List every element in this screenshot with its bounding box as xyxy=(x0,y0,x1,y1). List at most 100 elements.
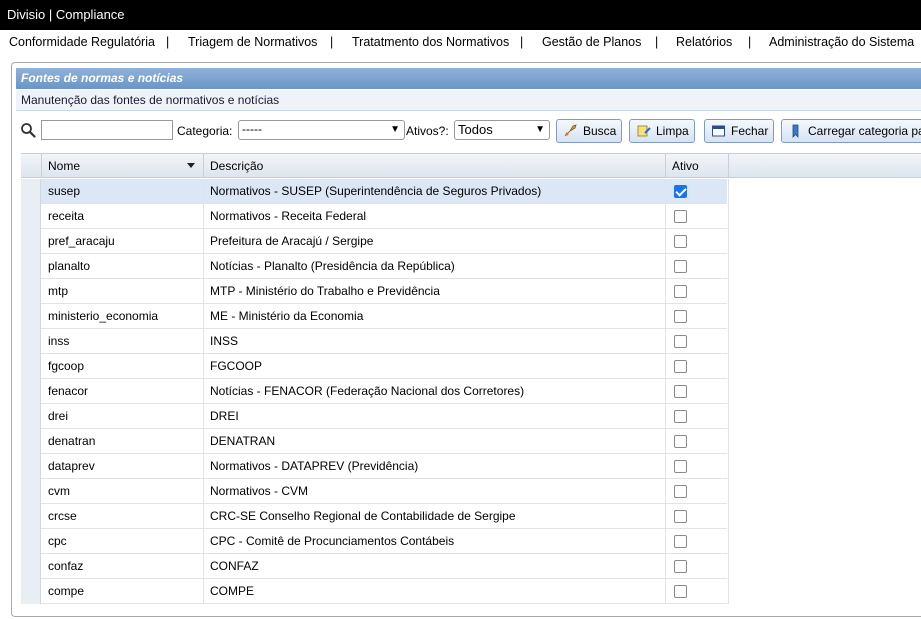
table-row[interactable]: planalto Notícias - Planalto (Presidência… xyxy=(21,254,729,279)
ativo-checkbox[interactable] xyxy=(674,235,687,248)
column-header-ativo[interactable]: Ativo xyxy=(666,154,729,178)
menu-gestao-de-planos[interactable]: Gestão de Planos xyxy=(542,35,641,49)
cell-nome: cvm xyxy=(42,479,204,504)
cell-ativo xyxy=(666,429,729,454)
menu-relatorios[interactable]: Relatórios xyxy=(676,35,732,49)
cell-descricao: INSS xyxy=(204,329,666,354)
row-gutter xyxy=(21,404,41,429)
menu-separator: | xyxy=(655,35,659,49)
ativo-checkbox[interactable] xyxy=(674,385,687,398)
cell-ativo xyxy=(666,504,729,529)
ativo-checkbox[interactable] xyxy=(674,435,687,448)
cell-ativo xyxy=(666,204,729,229)
cell-ativo xyxy=(666,229,729,254)
cell-ativo xyxy=(666,579,729,604)
ativo-checkbox[interactable] xyxy=(674,460,687,473)
ativo-checkbox[interactable] xyxy=(674,360,687,373)
search-icon[interactable] xyxy=(20,122,36,138)
app-title: Divisio | Compliance xyxy=(0,0,921,30)
menu-triagem-de-normativos[interactable]: Triagem de Normativos xyxy=(188,35,317,49)
categoria-selected-value: ----- xyxy=(242,122,262,136)
cell-descricao: MTP - Ministério do Trabalho e Previdênc… xyxy=(204,279,666,304)
limpa-button[interactable]: Limpa xyxy=(629,119,695,143)
table-row[interactable]: compe COMPE xyxy=(21,579,729,604)
cell-descricao: CPC - Comitê de Procunciamentos Contábei… xyxy=(204,529,666,554)
table-row[interactable]: inss INSS xyxy=(21,329,729,354)
cell-nome: denatran xyxy=(42,429,204,454)
menu-separator: | xyxy=(520,35,524,49)
panel-subtitle: Manutenção das fontes de normativos e no… xyxy=(16,90,921,111)
ativos-select[interactable]: Todos ▼ xyxy=(454,120,550,140)
cell-ativo xyxy=(666,454,729,479)
table-row[interactable]: confaz CONFAZ xyxy=(21,554,729,579)
ativo-checkbox[interactable] xyxy=(674,335,687,348)
cell-descricao: Normativos - SUSEP (Superintendência de … xyxy=(204,179,666,204)
ativo-checkbox[interactable] xyxy=(674,210,687,223)
header-gutter xyxy=(21,154,42,178)
bookmark-icon xyxy=(792,124,799,138)
cell-nome: receita xyxy=(42,204,204,229)
search-input[interactable] xyxy=(41,120,173,140)
fechar-button[interactable]: Fechar xyxy=(704,119,774,143)
menu-administracao-do-sistema[interactable]: Administração do Sistema xyxy=(769,35,914,49)
table-row[interactable]: fgcoop FGCOOP xyxy=(21,354,729,379)
cell-ativo xyxy=(666,329,729,354)
menu-conformidade-regulatoria[interactable]: Conformidade Regulatória xyxy=(9,35,155,49)
ativo-checkbox[interactable] xyxy=(674,485,687,498)
ativo-checkbox[interactable] xyxy=(674,410,687,423)
table-row[interactable]: fenacor Notícias - FENACOR (Federação Nac… xyxy=(21,379,729,404)
busca-label: Busca xyxy=(583,124,617,138)
cell-descricao: Notícias - FENACOR (Federação Nacional d… xyxy=(204,379,666,404)
cell-descricao: Normativos - DATAPREV (Previdência) xyxy=(204,454,666,479)
cell-descricao: ME - Ministério da Economia xyxy=(204,304,666,329)
ativo-checkbox[interactable] xyxy=(674,510,687,523)
ativos-label: Ativos?: xyxy=(406,124,449,138)
ativo-checkbox[interactable] xyxy=(674,285,687,298)
cell-nome: fgcoop xyxy=(42,354,204,379)
search-rocket-icon xyxy=(564,124,577,137)
menu-tratamento-dos-normativos[interactable]: Tratatmento dos Normativos xyxy=(352,35,509,49)
cell-ativo xyxy=(666,254,729,279)
cell-descricao: Normativos - Receita Federal xyxy=(204,204,666,229)
table-row[interactable]: mtp MTP - Ministério do Trabalho e Previd… xyxy=(21,279,729,304)
table-row[interactable]: dataprev Normativos - DATAPREV (Previdênc… xyxy=(21,454,729,479)
ativo-checkbox[interactable] xyxy=(674,185,687,198)
ativo-checkbox[interactable] xyxy=(674,560,687,573)
table-row[interactable]: ministerio_economia ME - Ministério da Ec… xyxy=(21,304,729,329)
cell-ativo xyxy=(666,279,729,304)
cell-ativo xyxy=(666,354,729,379)
categoria-select[interactable]: ----- ▼ xyxy=(238,120,405,140)
column-header-nome[interactable]: Nome xyxy=(42,154,204,178)
table-row[interactable]: crcse CRC-SE Conselho Regional de Contabi… xyxy=(21,504,729,529)
main-menu: Conformidade Regulatória | Triagem de No… xyxy=(0,30,921,56)
table-row[interactable]: pref_aracaju Prefeitura de Aracajú / Serg… xyxy=(21,229,729,254)
cell-nome: fenacor xyxy=(42,379,204,404)
row-gutter xyxy=(21,254,41,279)
cell-ativo xyxy=(666,529,729,554)
table-row[interactable]: receita Normativos - Receita Federal xyxy=(21,204,729,229)
ativo-checkbox[interactable] xyxy=(674,535,687,548)
table-row[interactable]: susep Normativos - SUSEP (Superintendênci… xyxy=(21,179,729,204)
column-header-nome-label: Nome xyxy=(48,159,81,173)
carregar-categoria-label: Carregar categoria pa xyxy=(808,124,921,138)
table-row[interactable]: cpc CPC - Comitê de Procunciamentos Contá… xyxy=(21,529,729,554)
cell-ativo xyxy=(666,179,729,204)
column-header-descricao[interactable]: Descrição xyxy=(204,154,666,178)
carregar-categoria-button[interactable]: Carregar categoria pa xyxy=(781,119,921,143)
cell-descricao: DENATRAN xyxy=(204,429,666,454)
ativo-checkbox[interactable] xyxy=(674,585,687,598)
table-row[interactable]: cvm Normativos - CVM xyxy=(21,479,729,504)
table-row[interactable]: drei DREI xyxy=(21,404,729,429)
menu-separator: | xyxy=(330,35,334,49)
ativo-checkbox[interactable] xyxy=(674,260,687,273)
ativo-checkbox[interactable] xyxy=(674,310,687,323)
window-close-icon xyxy=(712,125,725,137)
cell-nome: crcse xyxy=(42,504,204,529)
cell-ativo xyxy=(666,554,729,579)
table-row[interactable]: denatran DENATRAN xyxy=(21,429,729,454)
clear-icon xyxy=(637,125,651,137)
busca-button[interactable]: Busca xyxy=(556,119,622,143)
row-gutter xyxy=(21,504,41,529)
sort-down-icon xyxy=(187,163,195,168)
menu-separator: | xyxy=(166,35,170,49)
